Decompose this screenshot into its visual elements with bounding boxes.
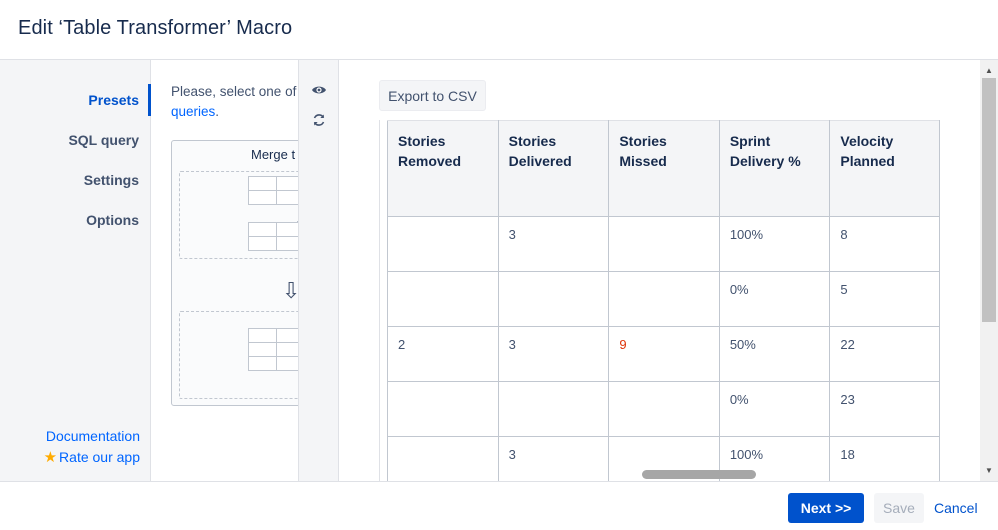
dialog-footer: Next >> Save Cancel bbox=[0, 481, 998, 530]
table-cell bbox=[497, 271, 610, 327]
table-cell bbox=[608, 216, 720, 272]
table-cell: 50% bbox=[718, 326, 831, 382]
table-cell: 5 bbox=[829, 271, 940, 327]
table-cell bbox=[608, 381, 720, 437]
presets-intro: Please, select one of queries. bbox=[171, 82, 298, 122]
star-icon: ★ bbox=[43, 449, 58, 466]
table-cell: 2 bbox=[387, 326, 499, 382]
table-cell: 3 bbox=[497, 436, 610, 481]
refresh-icon-svg bbox=[313, 114, 325, 126]
horizontal-scrollbar-thumb[interactable] bbox=[642, 470, 756, 479]
presets-panel: Please, select one of queries. Merge t +… bbox=[151, 60, 298, 481]
presets-intro-period: . bbox=[215, 104, 220, 119]
table-cell: 0% bbox=[718, 271, 831, 327]
rate-app-label: Rate our app bbox=[59, 449, 140, 465]
table-row: 3 100% 8 bbox=[387, 216, 940, 272]
mini-table-icon bbox=[248, 328, 298, 371]
table-row: 0% 5 bbox=[387, 271, 940, 327]
dialog-header: Edit ‘Table Transformer’ Macro bbox=[0, 0, 998, 60]
table-cell bbox=[497, 381, 610, 437]
column-header: Stories Removed bbox=[387, 120, 499, 217]
table-cell bbox=[608, 271, 720, 327]
preset-card-merge[interactable]: Merge t + ⇩ bbox=[171, 140, 298, 406]
table-header-row: Stories Removed Stories Delivered Storie… bbox=[387, 120, 940, 217]
preview-table-wrap[interactable]: Stories Removed Stories Delivered Storie… bbox=[379, 120, 940, 481]
preview-table: Stories Removed Stories Delivered Storie… bbox=[387, 120, 940, 481]
down-arrow-icon: ⇩ bbox=[282, 278, 298, 303]
cancel-link[interactable]: Cancel bbox=[934, 500, 978, 516]
column-header: Sprint Delivery % bbox=[718, 120, 831, 217]
save-button[interactable]: Save bbox=[874, 493, 924, 523]
sidebar-item-settings[interactable]: Settings bbox=[84, 172, 139, 188]
preset-inputs-box: + bbox=[179, 171, 298, 259]
refresh-icon[interactable] bbox=[310, 112, 328, 130]
table-row: 2 3 9 50% 22 bbox=[387, 326, 940, 382]
table-cell: 3 bbox=[497, 216, 610, 272]
table-cell: 23 bbox=[829, 381, 940, 437]
table-cell: 100% bbox=[718, 216, 831, 272]
dialog-title: Edit ‘Table Transformer’ Macro bbox=[18, 17, 293, 39]
presets-intro-text: Please, select one of bbox=[171, 84, 297, 99]
column-header: Velocity Planned bbox=[829, 120, 940, 217]
queries-link[interactable]: queries bbox=[171, 104, 215, 119]
table-row: 0% 23 bbox=[387, 381, 940, 437]
table-cell: 22 bbox=[829, 326, 940, 382]
table-cell: 8 bbox=[829, 216, 940, 272]
vertical-scrollbar-thumb[interactable] bbox=[982, 78, 996, 322]
next-button[interactable]: Next >> bbox=[788, 493, 864, 523]
table-cell bbox=[387, 271, 499, 327]
sidebar-item-presets[interactable]: Presets bbox=[88, 92, 139, 108]
table-cell: 18 bbox=[829, 436, 940, 481]
preview-toolstrip bbox=[298, 60, 339, 481]
preset-output-box bbox=[179, 311, 298, 399]
documentation-link[interactable]: Documentation bbox=[46, 428, 140, 444]
column-header: Stories Missed bbox=[608, 120, 720, 217]
preset-card-title: Merge t bbox=[251, 147, 296, 162]
table-cell bbox=[387, 216, 499, 272]
table-cell bbox=[387, 381, 499, 437]
eye-icon[interactable] bbox=[310, 82, 328, 100]
table-cell-highlighted: 9 bbox=[608, 326, 720, 382]
preview-panel: Export to CSV Stories Removed Stories De… bbox=[339, 60, 998, 481]
sidebar-item-options[interactable]: Options bbox=[86, 212, 139, 228]
eye-icon-svg bbox=[312, 86, 326, 94]
export-csv-button[interactable]: Export to CSV bbox=[379, 80, 486, 111]
sidebar-item-sql-query[interactable]: SQL query bbox=[68, 132, 139, 148]
mini-table-icon bbox=[248, 176, 298, 205]
sidebar: Presets SQL query Settings Options Docum… bbox=[0, 60, 151, 481]
vertical-scrollbar[interactable]: ▲ ▼ bbox=[980, 60, 998, 481]
table-cell bbox=[387, 436, 499, 481]
table-cell: 0% bbox=[718, 381, 831, 437]
rate-app-link[interactable]: ★ Rate our app bbox=[44, 448, 140, 466]
scroll-down-arrow-icon[interactable]: ▼ bbox=[985, 466, 993, 475]
mini-table-icon bbox=[248, 222, 298, 251]
scroll-up-arrow-icon[interactable]: ▲ bbox=[985, 66, 993, 75]
table-cell: 3 bbox=[497, 326, 610, 382]
column-header: Stories Delivered bbox=[497, 120, 610, 217]
